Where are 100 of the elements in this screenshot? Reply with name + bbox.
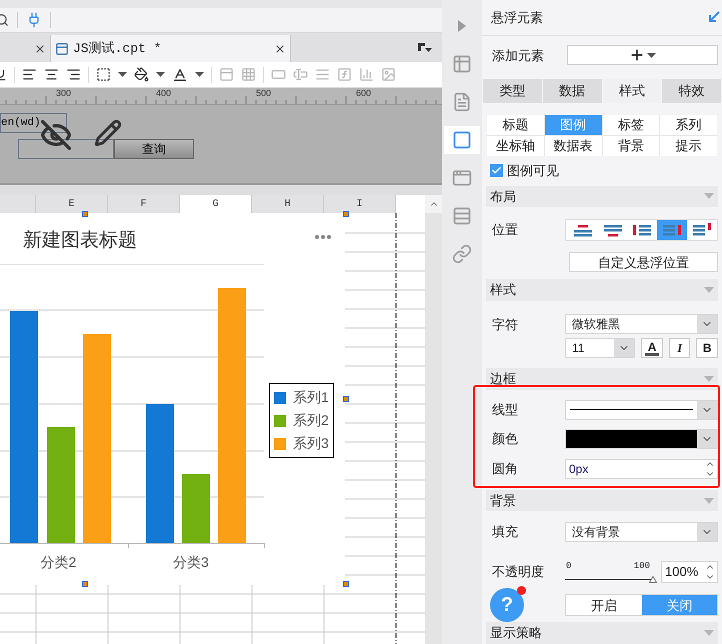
scrollbar[interactable] <box>425 213 442 644</box>
scale-label: 100 <box>634 560 650 574</box>
checkbox[interactable] <box>490 164 503 178</box>
close-icon[interactable] <box>34 42 46 54</box>
custom-position-button[interactable]: 自定义悬浮位置 <box>569 252 718 272</box>
position-selector[interactable] <box>565 218 718 241</box>
check-icon <box>491 165 502 176</box>
position-button[interactable] <box>656 220 687 240</box>
panel-tab[interactable]: 数据 <box>542 79 602 103</box>
collapse-arrow-icon[interactable] <box>708 11 720 24</box>
align-left-icon[interactable] <box>22 67 37 82</box>
tab-menu-icon[interactable] <box>418 43 432 53</box>
border-icon[interactable] <box>96 67 111 82</box>
more-icon[interactable] <box>315 235 331 239</box>
font-color-button[interactable]: A <box>641 338 663 358</box>
ruler-label: 500 <box>256 88 272 98</box>
resize-handle[interactable] <box>343 581 349 587</box>
scale-label: 0 <box>566 560 572 574</box>
rows-icon <box>452 206 472 226</box>
line-style-select[interactable] <box>565 400 718 420</box>
legend-label: 系列1 <box>293 388 329 407</box>
chart-title: 新建图表标题 <box>23 229 137 253</box>
font-color-icon[interactable] <box>172 66 188 82</box>
pencil-icon <box>94 119 122 147</box>
formula-field[interactable]: en(wd) <box>0 113 67 133</box>
font-select[interactable]: 微软雅黑 <box>565 314 718 334</box>
expand-icon <box>458 20 466 32</box>
caret-icon <box>647 52 656 58</box>
caret-icon <box>118 72 127 77</box>
checkbox-label: 图例可见 <box>507 162 559 180</box>
radius-input[interactable]: 0px <box>565 458 718 479</box>
panel-title: 悬浮元素 <box>491 8 543 27</box>
frame-icon <box>452 130 472 150</box>
italic-button[interactable]: I <box>668 338 690 358</box>
panel-tab[interactable]: 类型 <box>483 79 543 103</box>
close-icon[interactable] <box>274 42 286 54</box>
section-header[interactable]: 样式 <box>486 278 718 301</box>
report-icon <box>55 42 69 56</box>
size-select[interactable]: 11 <box>565 338 636 358</box>
legend-label: 系列2 <box>293 411 329 430</box>
section-header[interactable]: 边框 <box>486 368 718 390</box>
document-tab[interactable]: JS测试.cpt * <box>51 35 291 62</box>
hidden-eye-icon <box>40 119 72 151</box>
style-tab[interactable]: 坐标轴 <box>487 136 544 156</box>
table-icon <box>452 54 472 74</box>
position-icon <box>690 222 713 238</box>
field-label: 颜色 <box>492 430 519 448</box>
collapse-icon <box>704 193 714 200</box>
plus-icon <box>629 47 645 64</box>
position-icon <box>630 222 652 238</box>
collapse-icon <box>704 376 714 382</box>
ruler-label: 400 <box>156 88 172 98</box>
field-label: 不透明度 <box>492 563 545 582</box>
resize-handle[interactable] <box>82 581 88 587</box>
ruler-label: 300 <box>56 88 72 98</box>
toggle-option[interactable]: 开启 <box>566 595 642 616</box>
chart-legend[interactable]: 系列1 系列2 系列3 <box>269 383 334 458</box>
input-field[interactable] <box>18 139 114 159</box>
collapse-icon <box>704 498 714 504</box>
query-button[interactable]: 查询 <box>114 139 194 159</box>
align-center-icon[interactable] <box>44 67 59 82</box>
resize-handle[interactable] <box>343 211 349 217</box>
collapse-icon <box>704 630 714 636</box>
opacity-input[interactable]: 100% <box>661 560 718 583</box>
legend-label: 系列3 <box>293 434 329 453</box>
field-label: 字符 <box>492 316 519 334</box>
category-label: 分类2 <box>40 553 78 572</box>
style-tab[interactable]: 数据表 <box>544 136 602 156</box>
style-tab[interactable]: 标题 <box>487 114 544 135</box>
panel-tab[interactable]: 样式 <box>602 79 662 103</box>
slider-thumb[interactable] <box>649 576 657 583</box>
fill-icon[interactable] <box>134 67 149 82</box>
resize-handle[interactable] <box>82 211 88 217</box>
style-tab[interactable]: 背景 <box>602 136 660 156</box>
ruler-label: 600 <box>356 88 372 98</box>
style-tab[interactable]: 系列 <box>660 114 717 135</box>
text-field-icon[interactable] <box>271 67 286 82</box>
slider-track[interactable] <box>565 576 657 584</box>
resize-handle[interactable] <box>343 396 349 402</box>
field-label: 位置 <box>492 220 519 239</box>
column-header[interactable]: G <box>180 195 252 213</box>
document-icon <box>452 92 472 112</box>
panel-tab[interactable]: 特效 <box>662 79 722 103</box>
style-tab[interactable]: 提示 <box>660 136 717 156</box>
section-header[interactable]: 背景 <box>486 490 718 512</box>
caret-icon <box>195 72 204 77</box>
field-label: 圆角 <box>492 460 519 478</box>
bold-button[interactable]: B <box>696 338 718 358</box>
caret-icon <box>156 72 165 77</box>
color-select[interactable] <box>565 429 718 450</box>
align-right-icon[interactable] <box>66 67 81 82</box>
section-header[interactable]: 显示策略 <box>486 622 718 644</box>
section-header[interactable]: 布局 <box>486 186 718 208</box>
sheet-area[interactable]: 新建图表标题 分类2 分类3 系列1 系列2 系列3 <box>0 213 425 644</box>
fill-select[interactable]: 没有背景 <box>565 522 718 542</box>
position-icon <box>660 222 683 238</box>
style-tab[interactable]: 标签 <box>602 114 660 135</box>
collapse-icon <box>704 286 714 293</box>
window-icon <box>452 168 472 188</box>
field-label: 填充 <box>492 523 519 542</box>
